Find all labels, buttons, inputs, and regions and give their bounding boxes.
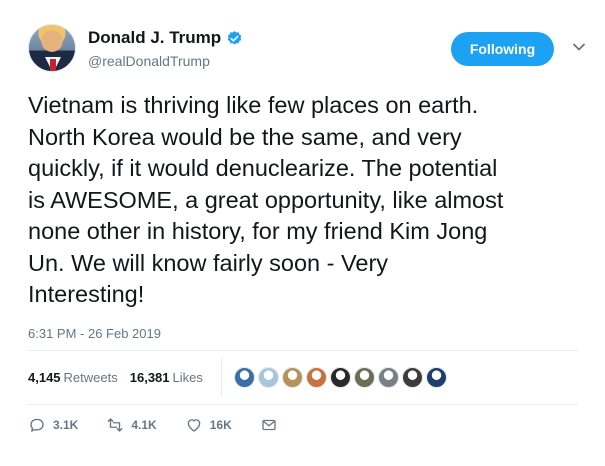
reply-count: 3.1K: [53, 418, 79, 432]
tweet-text: Vietnam is thriving like few places on e…: [28, 92, 504, 307]
liker-avatar[interactable]: [282, 367, 303, 388]
liker-avatar[interactable]: [354, 367, 375, 388]
likes-stat[interactable]: 16,381 Likes: [130, 370, 203, 385]
liker-avatar[interactable]: [378, 367, 399, 388]
avatar[interactable]: [28, 24, 76, 72]
chevron-down-icon[interactable]: [572, 42, 586, 52]
direct-message-button[interactable]: [260, 416, 278, 434]
reply-button[interactable]: 3.1K: [28, 416, 78, 434]
liker-avatar[interactable]: [402, 367, 423, 388]
tweet-timestamp[interactable]: 6:31 PM - 26 Feb 2019: [28, 326, 161, 341]
like-button[interactable]: 16K: [185, 416, 232, 434]
tweet-actions: 3.1K 4.1K 16K: [28, 416, 306, 434]
display-name-row[interactable]: Donald J. Trump: [88, 28, 243, 48]
tweet-stats: 4,145 Retweets 16,381 Likes: [28, 370, 203, 385]
liker-avatars: [234, 367, 447, 388]
reply-icon: [30, 418, 44, 432]
stats-separator: [221, 358, 222, 396]
verified-badge-icon: [227, 30, 242, 45]
retweets-label: Retweets: [63, 370, 118, 385]
following-button[interactable]: Following: [451, 32, 554, 66]
envelope-icon: [262, 419, 276, 431]
liker-avatar[interactable]: [234, 367, 255, 388]
likes-label: Likes: [172, 370, 203, 385]
user-handle[interactable]: @realDonaldTrump: [88, 53, 210, 69]
liker-avatar[interactable]: [258, 367, 279, 388]
heart-icon: [187, 419, 201, 432]
like-count: 16K: [209, 418, 232, 432]
liker-avatar[interactable]: [330, 367, 351, 388]
liker-avatar[interactable]: [306, 367, 327, 388]
retweet-button[interactable]: 4.1K: [106, 416, 157, 434]
divider: [28, 350, 578, 351]
retweet-icon: [107, 418, 123, 432]
retweets-stat[interactable]: 4,145 Retweets: [28, 370, 118, 385]
liker-avatar[interactable]: [426, 367, 447, 388]
retweets-count: 4,145: [28, 370, 61, 385]
tweet-card: Donald J. Trump @realDonaldTrump Followi…: [0, 0, 605, 466]
display-name[interactable]: Donald J. Trump: [88, 28, 221, 48]
likes-count: 16,381: [129, 370, 170, 385]
retweet-count: 4.1K: [131, 418, 157, 432]
divider: [28, 404, 578, 405]
avatar-tie: [50, 59, 56, 71]
